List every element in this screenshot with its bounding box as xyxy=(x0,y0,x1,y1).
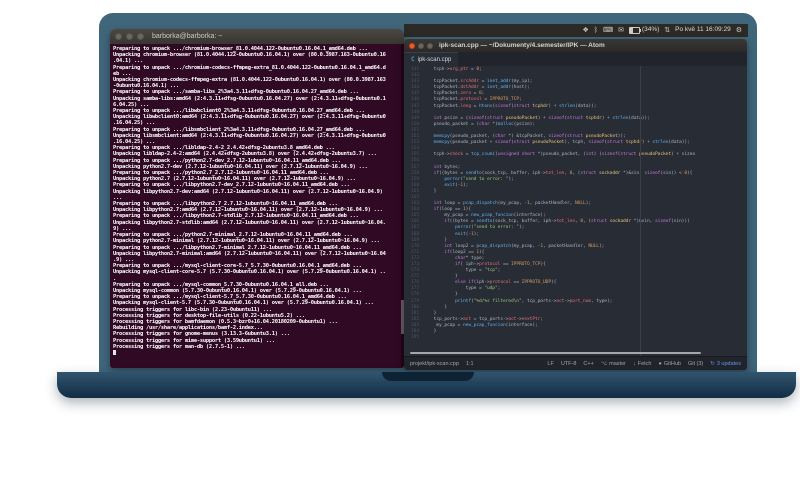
updates-available[interactable]: ↻ 3 updates xyxy=(710,361,741,367)
atom-minimize-button[interactable] xyxy=(418,42,424,49)
encoding[interactable]: UTF-8 xyxy=(561,361,577,367)
terminal-title: barborka@barborka: ~ xyxy=(152,33,223,40)
laptop-base-notch xyxy=(382,372,474,381)
terminal-window: barborka@barborka: ~ Preparing to unpack… xyxy=(110,29,404,368)
atom-maximize-button[interactable] xyxy=(427,42,433,49)
terminal-line: Preparing to unpack .../libsmbclient_2%3… xyxy=(113,126,365,133)
terminal-maximize-button[interactable] xyxy=(137,33,144,40)
ubuntu-top-panel: ❖ ᛒ ⌨ ✉ (34%) ⇅ Po kvě 11 16:09:29 ⚙ xyxy=(404,24,748,37)
atom-status-bar: projekt/ipk-scan.cpp 1:1 LF UTF-8 C++ ⌥ maste… xyxy=(404,356,747,370)
terminal-line: Unpacking samba-libs:amd64 (2:4.3.11+dfs… xyxy=(113,95,386,102)
terminal-line: Preparing to unpack .../libpython2.7-min… xyxy=(113,244,362,251)
session-gear-icon[interactable]: ⚙ xyxy=(736,27,742,34)
terminal-line: Preparing to unpack .../samba-libs_2%3a4… xyxy=(113,89,359,96)
terminal-minimize-button[interactable] xyxy=(126,33,133,40)
cursor-position[interactable]: 1:1 xyxy=(466,361,474,367)
editor-horizontal-scrollbar[interactable] xyxy=(410,352,701,354)
atom-titlebar[interactable]: ipk-scan.cpp — ~/Dokumenty/4.semester/IP… xyxy=(404,39,747,52)
c-file-icon: C xyxy=(411,56,415,63)
mail-icon[interactable]: ✉ xyxy=(618,27,624,34)
bluetooth-icon[interactable]: ᛒ xyxy=(594,27,598,34)
terminal-prompt-line xyxy=(113,349,400,357)
git-branch[interactable]: ⌥ master xyxy=(601,361,626,367)
tab-ipk-scan[interactable]: C ipk-scan.cpp xyxy=(404,52,459,66)
clock[interactable]: Po kvě 11 16:09:29 xyxy=(675,27,731,34)
terminal-line: Preparing to unpack .../chromium-codecs-… xyxy=(113,64,386,71)
terminal-close-button[interactable] xyxy=(115,33,122,40)
terminal-line: Unpacking libsmbclient:amd64 (2:4.3.11+d… xyxy=(113,132,386,139)
network-arrows-icon[interactable]: ⇅ xyxy=(664,27,670,34)
terminal-line: Unpacking libpython2.7-stdlib:amd64 (2.7… xyxy=(113,219,386,226)
laptop-mockup: ❖ ᛒ ⌨ ✉ (34%) ⇅ Po kvě 11 16:09:29 ⚙ barborka@b… xyxy=(0,0,800,477)
atom-window: ipk-scan.cpp — ~/Dokumenty/4.semester/IP… xyxy=(404,39,747,370)
terminal-line: Unpacking python2.7-minimal (2.7.12-1ubu… xyxy=(113,238,380,245)
status-left-group: projekt/ipk-scan.cpp 1:1 xyxy=(410,361,474,367)
line-ending[interactable]: LF xyxy=(547,361,553,367)
git-changes[interactable]: Git (3) xyxy=(688,361,703,367)
terminal-line: Unpacking chromium-browser (81.0.4044.12… xyxy=(113,52,386,59)
terminal-line: Unpacking libldap-2.4-2:amd64 (2.4.42+df… xyxy=(113,151,377,158)
input-method-icon[interactable]: ❖ xyxy=(582,27,588,34)
wrap-guide xyxy=(640,66,641,356)
terminal-line: Unpacking libpython2.7-dev:amd64 (2.7.12… xyxy=(113,188,383,195)
git-fetch[interactable]: ↓ Fetch xyxy=(633,361,652,367)
terminal-line: Unpacking mysql-client-core-5.7 (5.7.30-… xyxy=(113,269,386,276)
terminal-line: Unpacking mysql-client-5.7 (5.7.30-0ubun… xyxy=(113,300,374,307)
grammar[interactable]: C++ xyxy=(583,361,593,367)
file-path[interactable]: projekt/ipk-scan.cpp xyxy=(410,361,459,367)
terminal-line: Unpacking libpython2.7-minimal:amd64 (2.… xyxy=(113,250,386,257)
laptop-base xyxy=(57,372,796,398)
terminal-titlebar[interactable]: barborka@barborka: ~ xyxy=(110,29,404,44)
code-editor[interactable]: 141 tcph->urg_ptr = 0; 142 143 tcpPacket.… xyxy=(404,66,747,356)
atom-close-button[interactable] xyxy=(409,42,415,49)
keyboard-indicator-icon[interactable]: ⌨ xyxy=(603,27,613,34)
tab-label: ipk-scan.cpp xyxy=(417,56,452,63)
laptop-screen-bezel: ❖ ᛒ ⌨ ✉ (34%) ⇅ Po kvě 11 16:09:29 ⚙ barborka@b… xyxy=(99,13,757,373)
code-line: 185 xyxy=(411,335,419,341)
terminal-cursor xyxy=(113,349,116,355)
atom-tab-bar: C ipk-scan.cpp xyxy=(404,52,747,66)
status-right-group: LF UTF-8 C++ ⌥ master ↓ Fetch ● GitHub Git (3) ↻ 3 … xyxy=(547,361,741,367)
github-button[interactable]: ● GitHub xyxy=(658,361,680,367)
atom-window-title: ipk-scan.cpp — ~/Dokumenty/4.semester/IP… xyxy=(439,42,605,49)
terminal-line: Unpacking libwbclient0:amd64 (2:4.3.11+d… xyxy=(113,114,386,121)
battery-icon[interactable]: (34%) xyxy=(628,27,659,34)
terminal-output[interactable]: Preparing to unpack .../chromium-browser… xyxy=(110,44,404,368)
terminal-line: Preparing to unpack .../libpython2.7-std… xyxy=(113,213,359,220)
